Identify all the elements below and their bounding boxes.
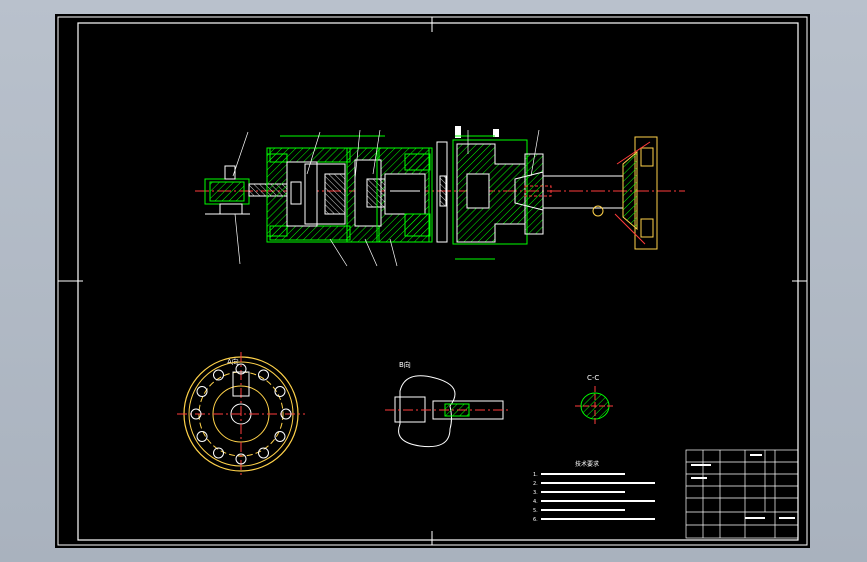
bolt-hole [258, 447, 269, 459]
title-block [685, 449, 799, 539]
note-line-number: 1. [533, 472, 538, 478]
cad-drawing: A向 B向 C-C 技术要求 1. 2. 3. 4. 5. 6. [57, 16, 808, 546]
note-line-number: 6. [533, 517, 538, 523]
notes-lines: 1. 2. 3. 4. 5. 6. [533, 472, 655, 523]
section-c-c: C-C [575, 374, 615, 426]
bolt-hole [213, 447, 224, 459]
right-flange [614, 136, 658, 250]
technical-notes: 技术要求 1. 2. 3. 4. 5. 6. [533, 460, 655, 523]
view-a-flange-face: A向 [177, 352, 305, 476]
view-b-label: B向 [399, 360, 411, 369]
note-line-number: 3. [533, 490, 538, 496]
view-b: B向 [385, 360, 510, 448]
note-line-number: 2. [533, 481, 538, 487]
chuck-body [452, 126, 544, 245]
note-line-number: 4. [533, 499, 538, 505]
main-assembly-section [195, 126, 685, 267]
cad-viewport[interactable]: A向 B向 C-C 技术要求 1. 2. 3. 4. 5. 6. [55, 14, 810, 548]
section-c-label: C-C [587, 374, 599, 382]
note-line-number: 5. [533, 508, 538, 514]
inner-frame [77, 22, 799, 541]
notes-title: 技术要求 [575, 460, 599, 468]
